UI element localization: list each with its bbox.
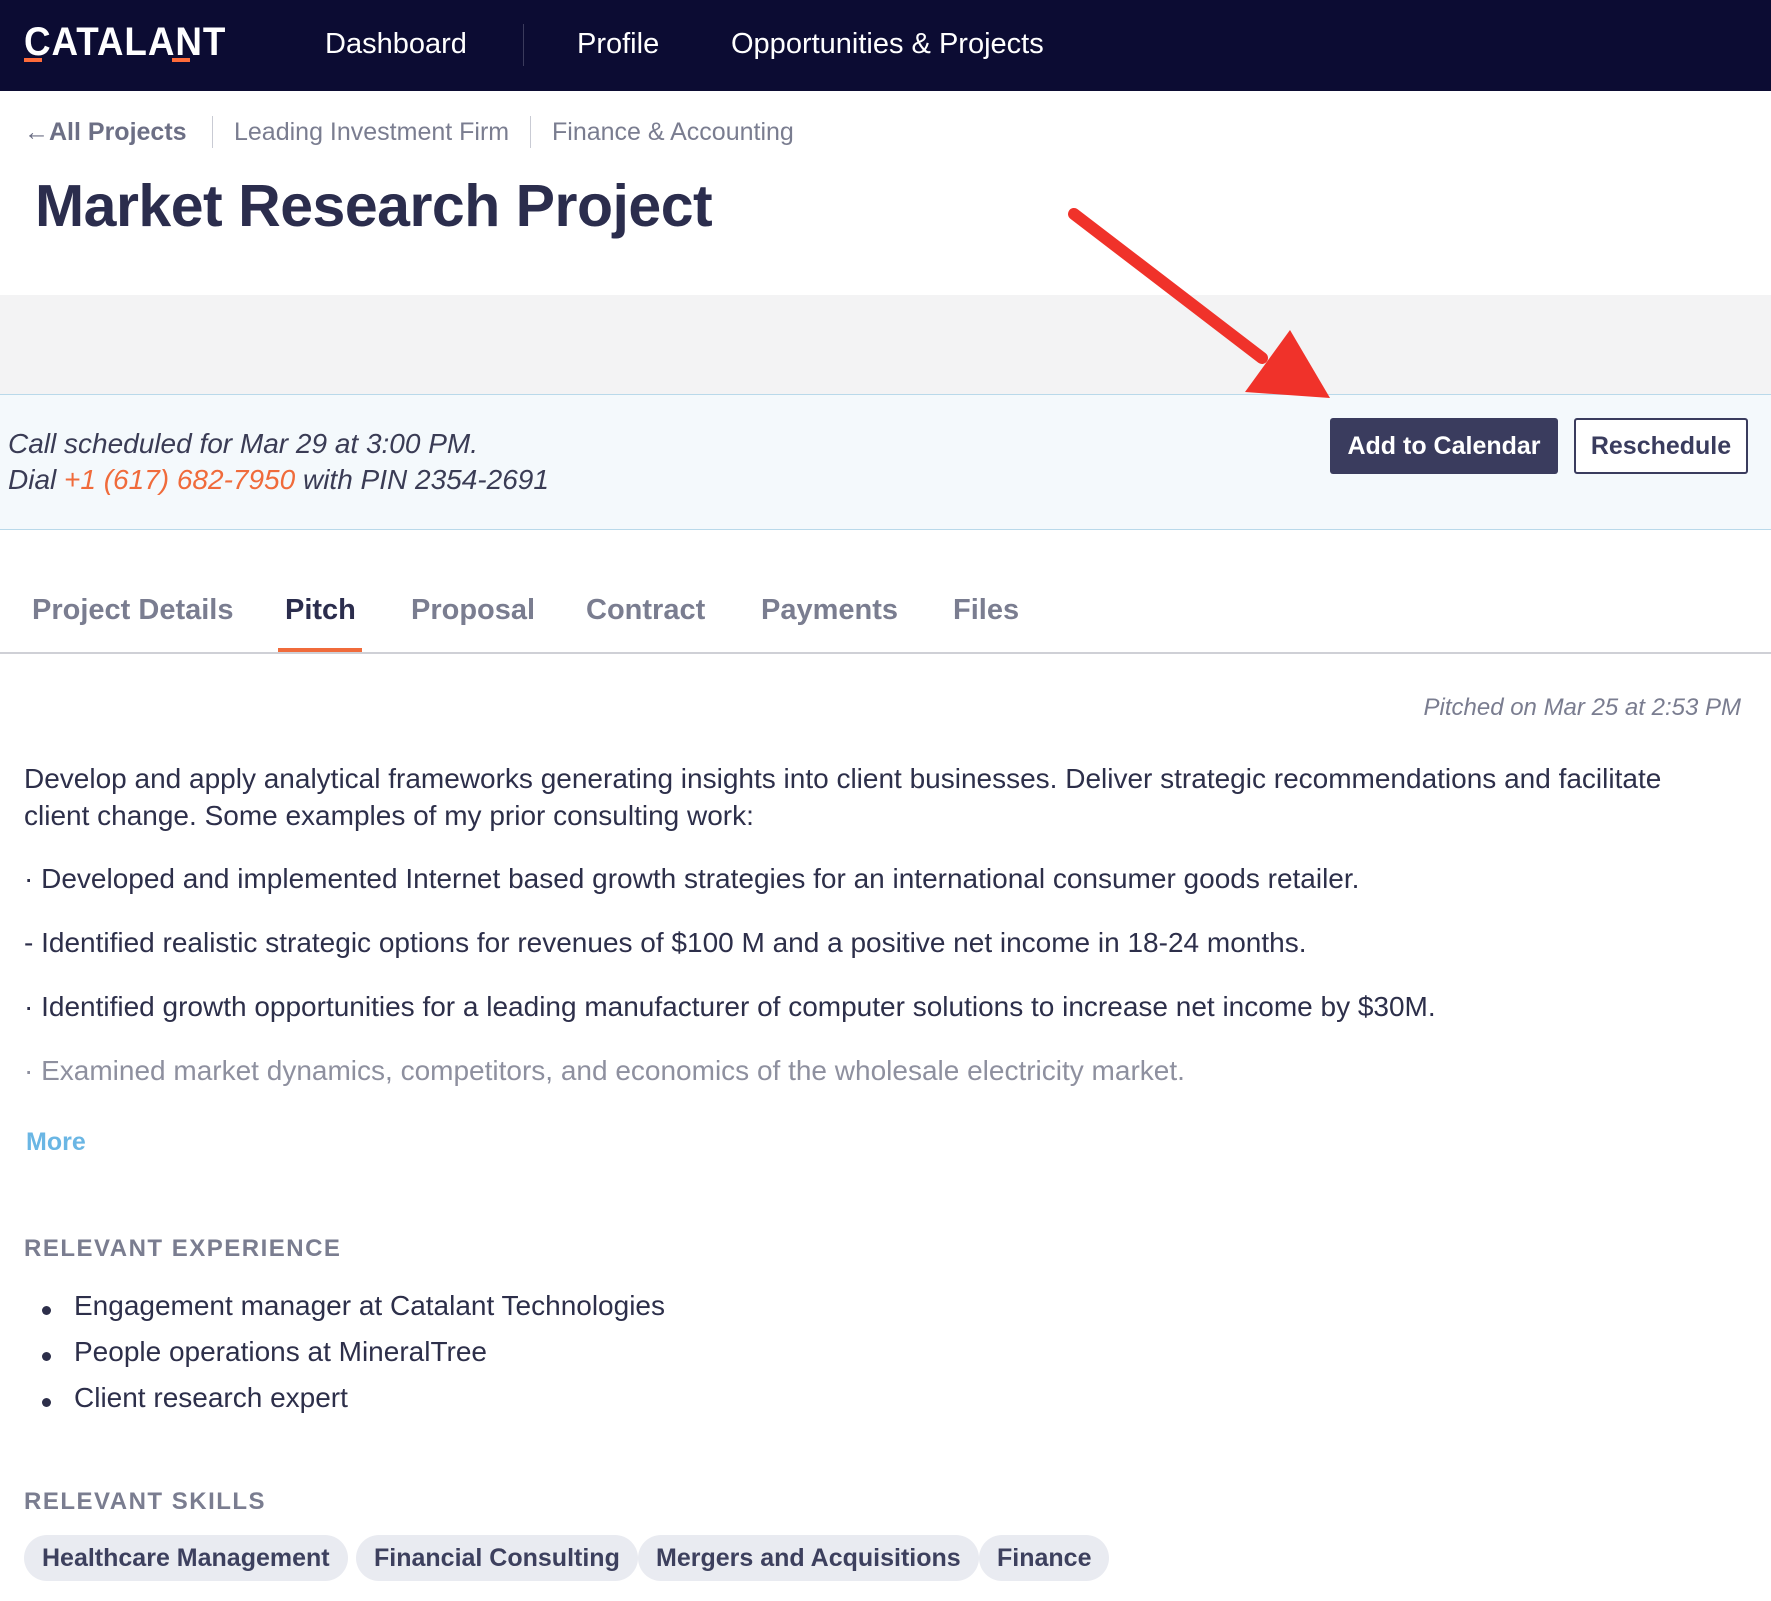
breadcrumb-client: Leading Investment Firm: [234, 118, 510, 146]
catalant-logo[interactable]: CATALANT: [24, 20, 226, 65]
tab-files[interactable]: Files: [953, 594, 1019, 627]
pitch-point: · Developed and implemented Internet bas…: [24, 863, 1360, 894]
tab-proposal[interactable]: Proposal: [411, 594, 535, 627]
breadcrumb-category: Finance & Accounting: [552, 118, 794, 146]
skill-tag: Healthcare Management: [24, 1535, 348, 1581]
breadcrumb-divider: [530, 116, 531, 148]
nav-profile[interactable]: Profile: [577, 28, 659, 61]
call-scheduled-banner: Call scheduled for Mar 29 at 3:00 PM. Di…: [0, 394, 1771, 530]
logo-accent-mark: [24, 58, 42, 62]
skill-tag: Finance: [979, 1535, 1110, 1581]
header-spacer-band: [0, 295, 1771, 394]
pitch-point-faded: · Examined market dynamics, competitors,…: [24, 1055, 1185, 1086]
bullet-icon: [42, 1398, 51, 1407]
nav-opportunities-projects[interactable]: Opportunities & Projects: [731, 28, 1044, 61]
relevant-skills-heading: RELEVANT SKILLS: [24, 1488, 267, 1515]
tabs-divider: [0, 652, 1771, 654]
dial-prefix: Dial: [8, 464, 65, 495]
experience-item: Engagement manager at Catalant Technolog…: [74, 1290, 665, 1321]
top-navbar: CATALANT Dashboard Profile Opportunities…: [0, 0, 1771, 91]
bullet-icon: [42, 1352, 51, 1361]
logo-accent-mark: [172, 58, 190, 62]
call-schedule-text: Call scheduled for Mar 29 at 3:00 PM.: [8, 428, 479, 459]
breadcrumb-all-projects: All Projects: [49, 118, 187, 146]
tab-pitch[interactable]: Pitch: [285, 594, 356, 627]
add-to-calendar-button[interactable]: Add to Calendar: [1330, 418, 1558, 474]
pitch-point: - Identified realistic strategic options…: [24, 927, 1307, 958]
pitch-point: · Identified growth opportunities for a …: [24, 991, 1436, 1022]
experience-item: People operations at MineralTree: [74, 1336, 487, 1367]
breadcrumb-back-link[interactable]: ←All Projects: [24, 118, 187, 147]
nav-dashboard[interactable]: Dashboard: [325, 28, 467, 61]
skill-tag: Mergers and Acquisitions: [638, 1535, 979, 1581]
call-pin-text: with PIN 2354-2691: [295, 464, 549, 495]
nav-divider: [523, 24, 524, 66]
more-link[interactable]: More: [26, 1128, 86, 1157]
tab-payments[interactable]: Payments: [761, 594, 898, 627]
pitched-timestamp: Pitched on Mar 25 at 2:53 PM: [1423, 694, 1741, 721]
arrow-left-icon: ←: [24, 118, 49, 146]
experience-item: Client research expert: [74, 1382, 348, 1413]
bullet-icon: [42, 1306, 51, 1315]
call-dial-text: Dial +1 (617) 682-7950 with PIN 2354-269…: [8, 464, 549, 496]
skill-tag: Financial Consulting: [356, 1535, 638, 1581]
tab-project-details[interactable]: Project Details: [32, 594, 233, 627]
relevant-experience-heading: RELEVANT EXPERIENCE: [24, 1235, 342, 1262]
phone-number-link[interactable]: +1 (617) 682-7950: [64, 464, 295, 495]
pitch-intro: Develop and apply analytical frameworks …: [24, 763, 1662, 831]
page-title: Market Research Project: [35, 173, 713, 239]
tab-contract[interactable]: Contract: [586, 594, 705, 627]
reschedule-button[interactable]: Reschedule: [1574, 418, 1748, 474]
breadcrumb-divider: [212, 116, 213, 148]
